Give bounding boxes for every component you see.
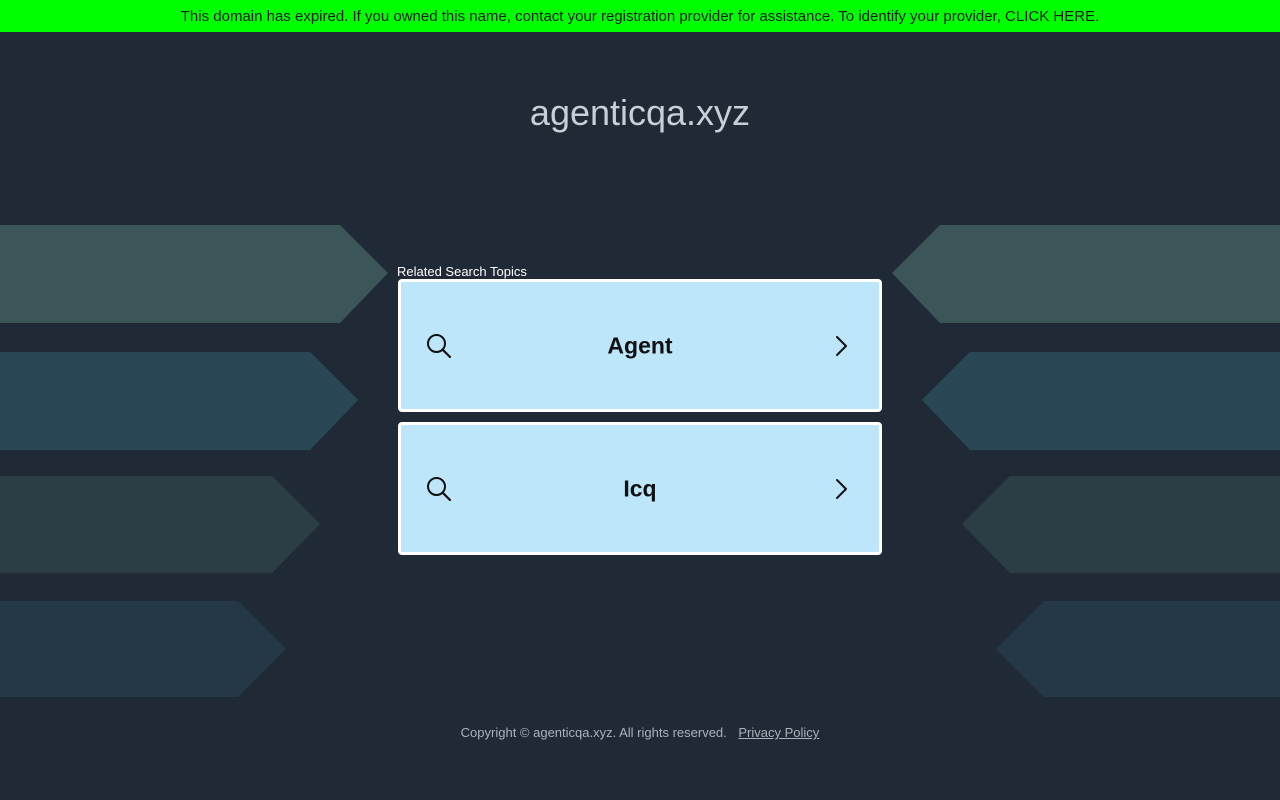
search-icon xyxy=(427,476,452,501)
search-icon xyxy=(427,333,452,358)
related-topics-list: Agent Icq xyxy=(398,279,882,565)
chevron-right-icon xyxy=(836,478,847,499)
bg-arrow-right-4 xyxy=(996,601,1280,697)
bg-arrow-left-4 xyxy=(0,601,286,697)
topic-label: Icq xyxy=(623,475,657,501)
copyright-text: Copyright © agenticqa.xyz. All rights re… xyxy=(460,725,727,740)
chevron-right-icon xyxy=(836,335,847,356)
bg-arrow-left-3 xyxy=(0,476,320,573)
bg-arrow-left-1 xyxy=(0,225,388,323)
domain-expired-banner[interactable]: This domain has expired. If you owned th… xyxy=(0,0,1280,32)
bg-arrow-right-3 xyxy=(962,476,1280,573)
domain-title: agenticqa.xyz xyxy=(529,92,751,133)
topic-card-icq[interactable]: Icq xyxy=(398,422,882,555)
bg-arrow-right-2 xyxy=(922,352,1280,450)
footer: Copyright © agenticqa.xyz. All rights re… xyxy=(0,725,1280,740)
related-search-label: Related Search Topics xyxy=(397,264,527,279)
bg-arrow-right-1 xyxy=(892,225,1280,323)
privacy-policy-link[interactable]: Privacy Policy xyxy=(738,725,819,740)
page: This domain has expired. If you owned th… xyxy=(0,0,1280,800)
topic-label: Agent xyxy=(607,332,673,358)
bg-arrow-left-2 xyxy=(0,352,358,450)
topic-card-agent[interactable]: Agent xyxy=(398,279,882,412)
